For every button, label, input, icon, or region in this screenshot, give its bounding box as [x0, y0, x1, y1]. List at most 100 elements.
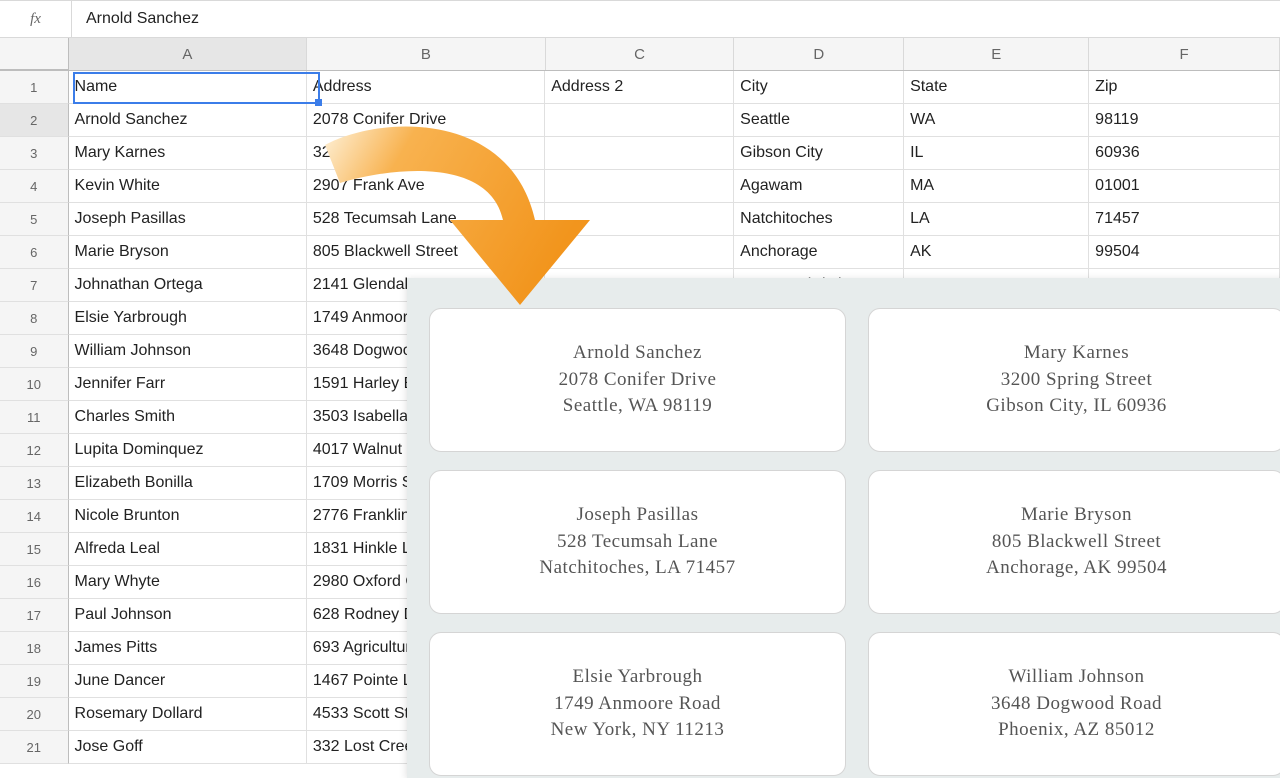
cell-A18[interactable]: James Pitts	[69, 632, 307, 665]
cell-A15[interactable]: Alfreda Leal	[69, 533, 307, 566]
cell-D3[interactable]: Gibson City	[734, 137, 904, 170]
formula-bar: fx Arnold Sanchez	[0, 0, 1280, 38]
cell-A5[interactable]: Joseph Pasillas	[69, 203, 307, 236]
cell-F2[interactable]: 98119	[1089, 104, 1280, 137]
cell-E4[interactable]: MA	[904, 170, 1089, 203]
column-header-C[interactable]: C	[546, 38, 735, 70]
cell-E2[interactable]: WA	[904, 104, 1089, 137]
label-card: William Johnson 3648 Dogwood Road Phoeni…	[868, 632, 1280, 776]
column-header-A[interactable]: A	[69, 38, 307, 70]
row-header-9[interactable]: 9	[0, 335, 69, 368]
label-name: Arnold Sanchez	[573, 340, 702, 367]
table-row: 5Joseph Pasillas528 Tecumsah Lane Natchit…	[0, 203, 1280, 236]
row-header-6[interactable]: 6	[0, 236, 69, 269]
cell-A4[interactable]: Kevin White	[69, 170, 307, 203]
cell-A12[interactable]: Lupita Dominquez	[69, 434, 307, 467]
cell-A6[interactable]: Marie Bryson	[69, 236, 307, 269]
label-name: William Johnson	[1008, 664, 1144, 691]
cell-A17[interactable]: Paul Johnson	[69, 599, 307, 632]
cell-F5[interactable]: 71457	[1089, 203, 1280, 236]
cell-D4[interactable]: Agawam	[734, 170, 904, 203]
table-row: 1NameAddressAddress 2CityStateZip	[0, 71, 1280, 104]
label-card: Marie Bryson 805 Blackwell Street Anchor…	[868, 470, 1280, 614]
cell-B3[interactable]: 3200 Spring Street	[307, 137, 545, 170]
cell-D2[interactable]: Seattle	[734, 104, 904, 137]
row-header-15[interactable]: 15	[0, 533, 69, 566]
row-header-8[interactable]: 8	[0, 302, 69, 335]
formula-input[interactable]: Arnold Sanchez	[72, 10, 1280, 28]
cell-F3[interactable]: 60936	[1089, 137, 1280, 170]
cell-D5[interactable]: Natchitoches	[734, 203, 904, 236]
row-header-1[interactable]: 1	[0, 71, 69, 104]
cell-E6[interactable]: AK	[904, 236, 1089, 269]
row-header-12[interactable]: 12	[0, 434, 69, 467]
column-header-F[interactable]: F	[1089, 38, 1280, 70]
label-name: Mary Karnes	[1024, 340, 1129, 367]
cell-B4[interactable]: 2907 Frank Ave	[307, 170, 545, 203]
cell-A7[interactable]: Johnathan Ortega	[69, 269, 307, 302]
row-header-13[interactable]: 13	[0, 467, 69, 500]
cell-A14[interactable]: Nicole Brunton	[69, 500, 307, 533]
row-header-16[interactable]: 16	[0, 566, 69, 599]
cell-F1[interactable]: Zip	[1089, 71, 1280, 104]
cell-D6[interactable]: Anchorage	[734, 236, 904, 269]
label-line1: 805 Blackwell Street	[992, 529, 1161, 556]
cell-C4[interactable]	[545, 170, 734, 203]
row-header-11[interactable]: 11	[0, 401, 69, 434]
cell-A21[interactable]: Jose Goff	[69, 731, 307, 764]
cell-E3[interactable]: IL	[904, 137, 1089, 170]
fx-icon: fx	[0, 1, 72, 37]
row-header-20[interactable]: 20	[0, 698, 69, 731]
cell-A19[interactable]: June Dancer	[69, 665, 307, 698]
column-header-row: ABCDEF	[0, 38, 1280, 71]
label-name: Joseph Pasillas	[576, 502, 698, 529]
cell-A8[interactable]: Elsie Yarbrough	[69, 302, 307, 335]
cell-B5[interactable]: 528 Tecumsah Lane	[307, 203, 545, 236]
select-all-corner[interactable]	[0, 38, 69, 70]
label-name: Elsie Yarbrough	[573, 664, 703, 691]
row-header-21[interactable]: 21	[0, 731, 69, 764]
cell-B1[interactable]: Address	[307, 71, 545, 104]
cell-A13[interactable]: Elizabeth Bonilla	[69, 467, 307, 500]
cell-B2[interactable]: 2078 Conifer Drive	[307, 104, 545, 137]
cell-A16[interactable]: Mary Whyte	[69, 566, 307, 599]
cell-C1[interactable]: Address 2	[545, 71, 734, 104]
label-line1: 3200 Spring Street	[1001, 367, 1153, 394]
cell-A1[interactable]: Name	[69, 71, 307, 104]
cell-E5[interactable]: LA	[904, 203, 1089, 236]
label-card: Arnold Sanchez 2078 Conifer Drive Seattl…	[429, 308, 846, 452]
cell-F4[interactable]: 01001	[1089, 170, 1280, 203]
label-line2: Phoenix, AZ 85012	[998, 717, 1155, 744]
table-row: 6Marie Bryson805 Blackwell Street Anchora…	[0, 236, 1280, 269]
cell-F6[interactable]: 99504	[1089, 236, 1280, 269]
cell-B6[interactable]: 805 Blackwell Street	[307, 236, 545, 269]
cell-A20[interactable]: Rosemary Dollard	[69, 698, 307, 731]
cell-A3[interactable]: Mary Karnes	[69, 137, 307, 170]
cell-C6[interactable]	[545, 236, 734, 269]
row-header-5[interactable]: 5	[0, 203, 69, 236]
cell-A11[interactable]: Charles Smith	[69, 401, 307, 434]
cell-A9[interactable]: William Johnson	[69, 335, 307, 368]
row-header-18[interactable]: 18	[0, 632, 69, 665]
row-header-17[interactable]: 17	[0, 599, 69, 632]
row-header-14[interactable]: 14	[0, 500, 69, 533]
column-header-B[interactable]: B	[307, 38, 545, 70]
cell-D1[interactable]: City	[734, 71, 904, 104]
label-line2: Seattle, WA 98119	[563, 393, 712, 420]
label-line2: Anchorage, AK 99504	[986, 555, 1167, 582]
column-header-E[interactable]: E	[904, 38, 1089, 70]
cell-A10[interactable]: Jennifer Farr	[69, 368, 307, 401]
cell-C2[interactable]	[545, 104, 734, 137]
row-header-19[interactable]: 19	[0, 665, 69, 698]
table-row: 3Mary Karnes3200 Spring Street Gibson Cit…	[0, 137, 1280, 170]
cell-C5[interactable]	[545, 203, 734, 236]
row-header-2[interactable]: 2	[0, 104, 69, 137]
cell-A2[interactable]: Arnold Sanchez	[69, 104, 307, 137]
cell-E1[interactable]: State	[904, 71, 1089, 104]
row-header-7[interactable]: 7	[0, 269, 69, 302]
cell-C3[interactable]	[545, 137, 734, 170]
row-header-4[interactable]: 4	[0, 170, 69, 203]
row-header-3[interactable]: 3	[0, 137, 69, 170]
row-header-10[interactable]: 10	[0, 368, 69, 401]
column-header-D[interactable]: D	[734, 38, 904, 70]
